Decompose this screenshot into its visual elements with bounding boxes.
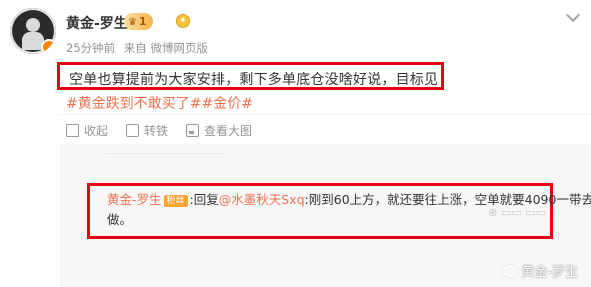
post-meta: 25分钟前 来自 微博网页版 [66,40,213,56]
comment-highlight: 黄金-罗生 粉丝:回复@水墨秋天Sxq:刚到60上方，就还要往上涨，空单就要409… [87,183,591,239]
post-tags[interactable]: #黄金跌到不敢买了##金价# [66,93,253,113]
view-image-button[interactable]: 查看大图 [186,122,252,139]
weibo-logo-icon [502,265,519,277]
author-name[interactable]: 黄金-罗生 [66,13,128,33]
faded-comment-stats: ⊕ ▭▭ ▭▭ [488,206,546,219]
view-image-label: 查看大图 [204,124,253,138]
vip-level: 1 [138,15,147,28]
share-label: 转铁 [144,124,169,138]
chevron-down-icon[interactable] [565,7,581,23]
author-avatar[interactable] [10,8,56,54]
fan-badge: 粉丝 [163,195,188,207]
repost-icon [126,124,140,137]
watermark-text: 黄金-罗生 [521,265,578,280]
crown-icon: ♛ [128,17,137,28]
faded-text-strip: ▔▔▔▔▔▔▔▔▔▔▔▔ [106,153,226,167]
share-button[interactable]: 转铁 [126,122,168,139]
collect-icon [66,124,79,137]
image-icon [186,124,200,137]
vip-badge[interactable]: ♛ 1 [124,13,153,30]
comment-line-2: 做。 [107,212,133,227]
verified-badge-icon [41,39,56,54]
post-text-highlight: 空单也算提前为大家安排，剩下多单底仓没啥好说，目标见 [57,62,444,90]
divider [60,114,591,115]
reply-prefix: :回复 [189,192,219,207]
post-source: 来自 微博网页版 [123,41,208,55]
collect-label: 收起 [84,124,109,138]
post-actions: 收起 转铁 查看大图 [66,122,270,139]
mention-link[interactable]: @水墨秋天Sxq [219,192,305,207]
post-text: 空单也算提前为大家安排，剩下多单底仓没啥好说，目标见 [69,72,439,88]
medal-icon[interactable]: ✦ [176,14,190,28]
comment-author[interactable]: 黄金-罗生 [107,192,162,207]
comment-text: :刚到60上方，就还要往上涨，空单就要4090一带去 [304,192,591,207]
post-time[interactable]: 25分钟前 [66,41,115,55]
collect-button[interactable]: 收起 [66,122,108,139]
watermark: 黄金-罗生 [502,261,578,280]
